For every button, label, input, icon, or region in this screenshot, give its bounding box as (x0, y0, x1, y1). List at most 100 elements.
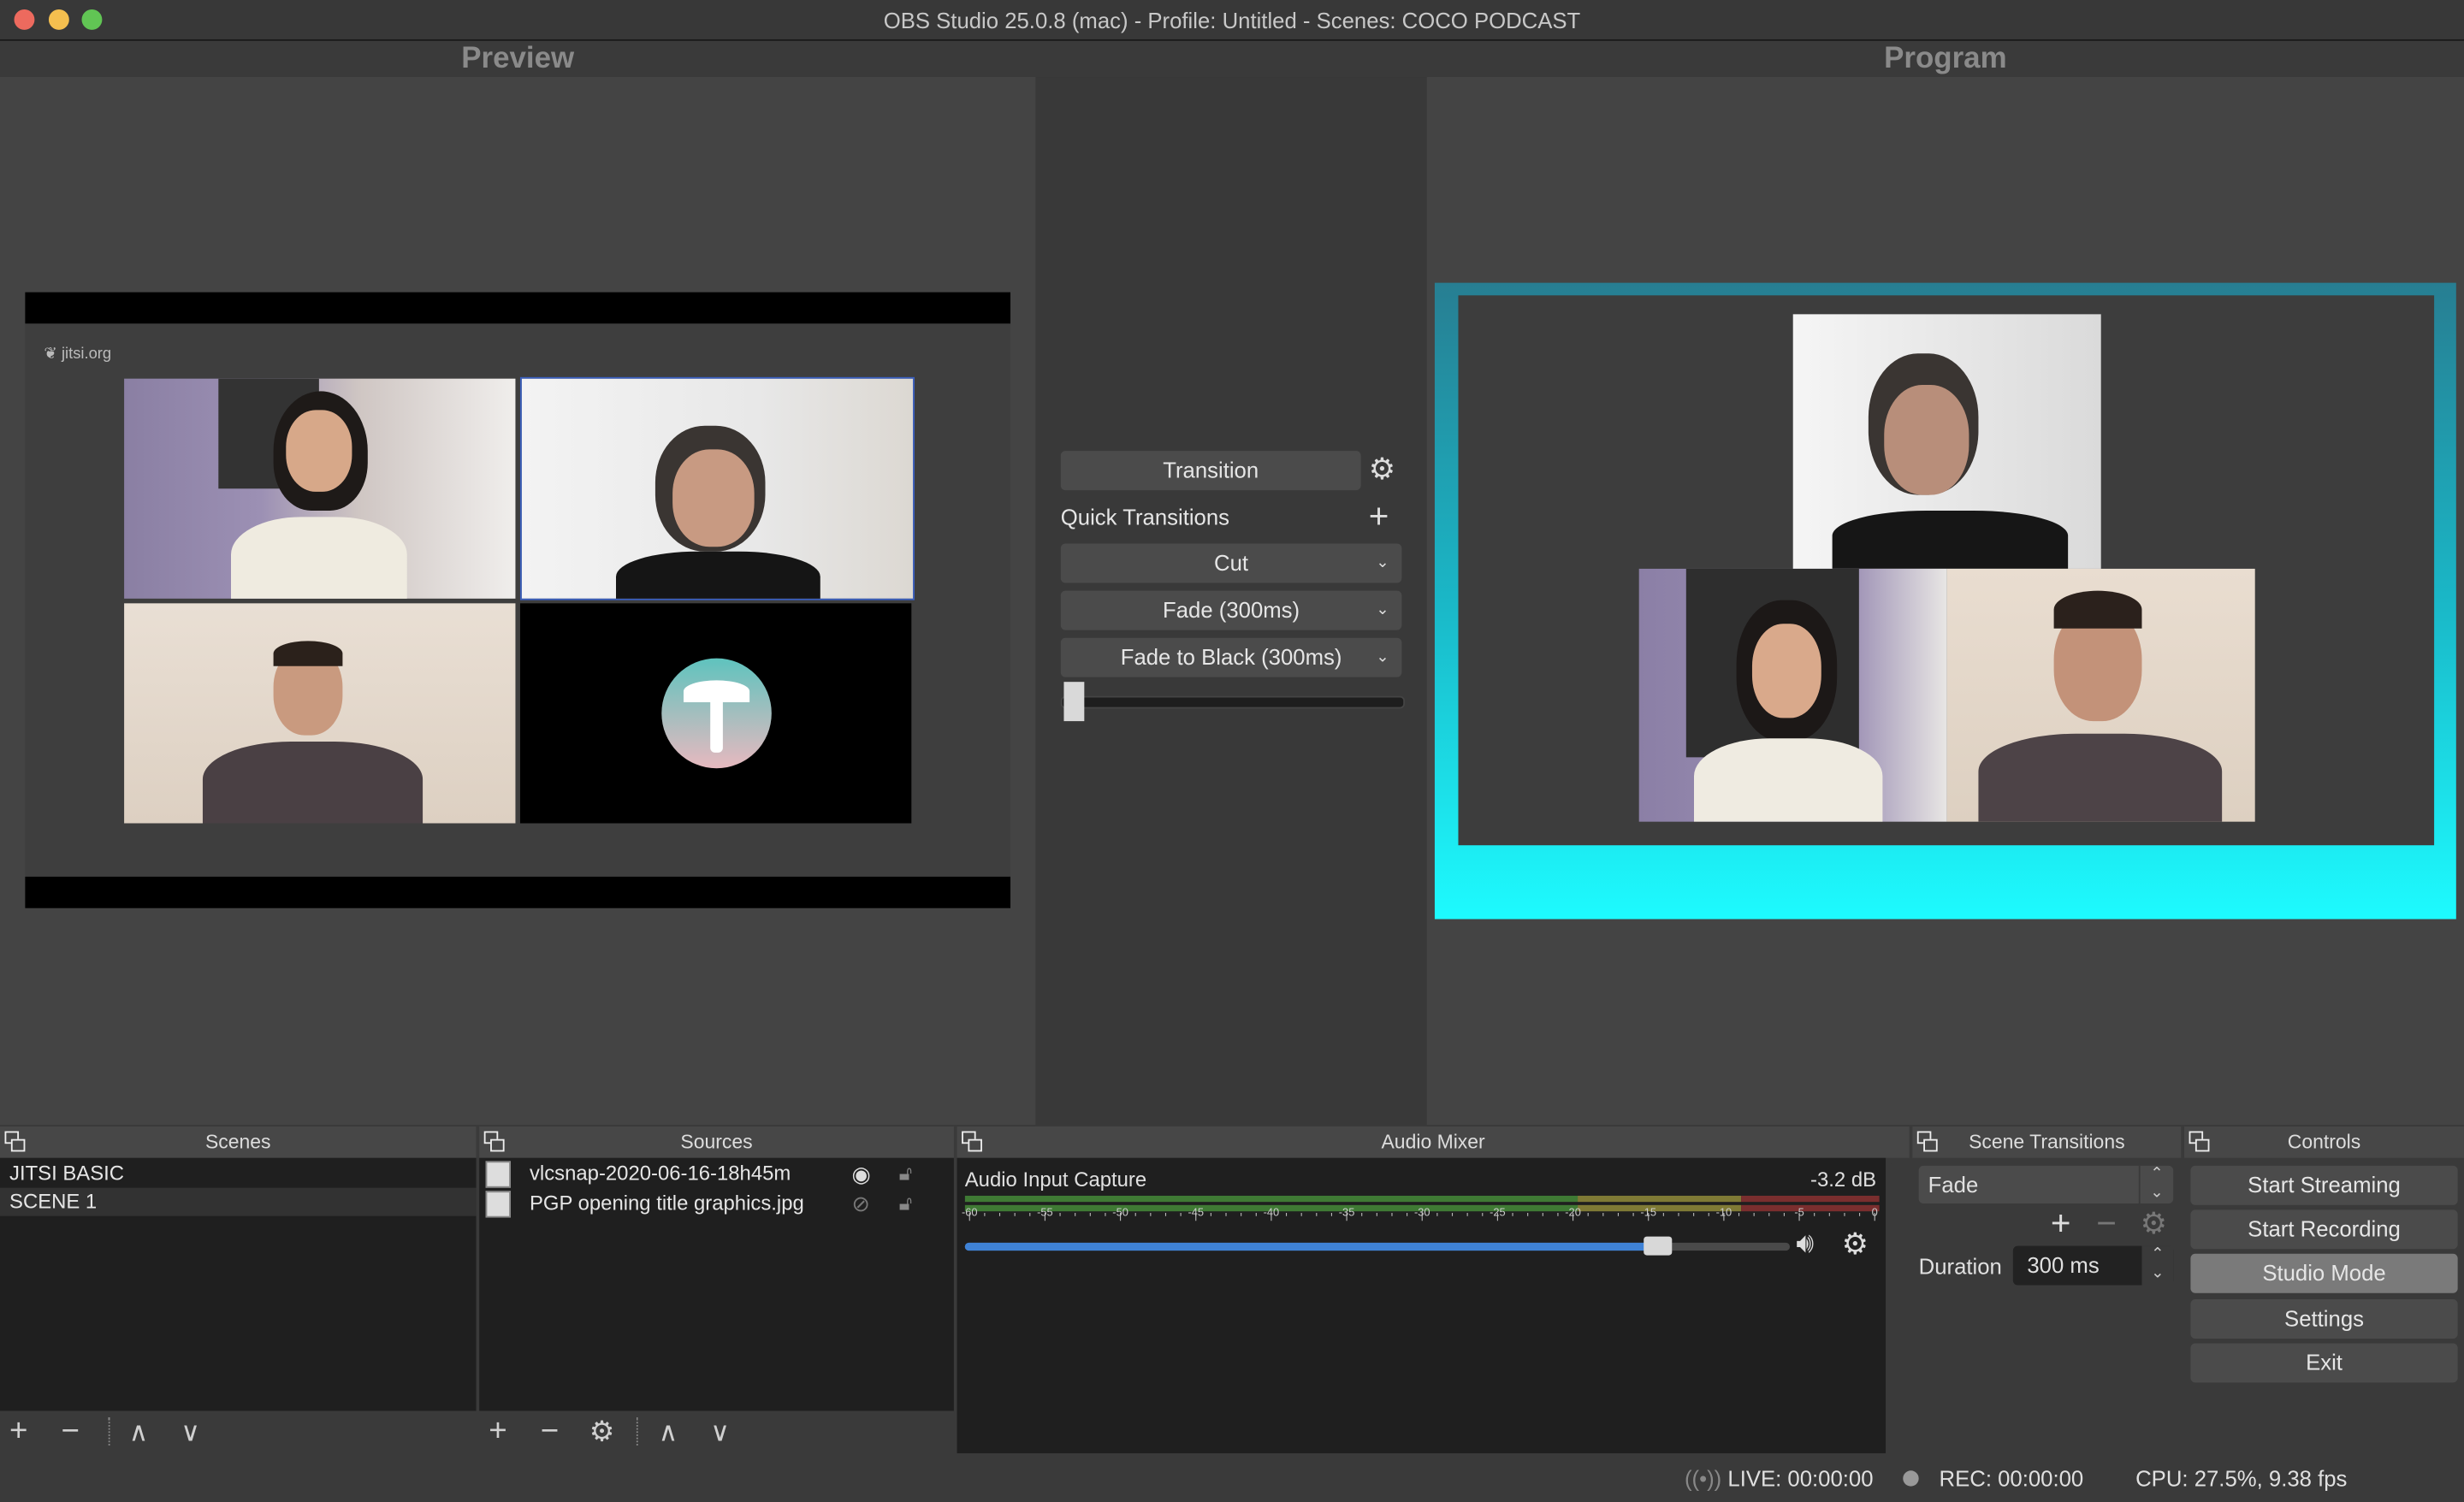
chevron-down-icon[interactable]: ⌄ (1376, 591, 1389, 630)
duration-spinbox[interactable]: 300 ms ⌃ ⌄ (2012, 1245, 2174, 1286)
t-bar-track[interactable] (1060, 695, 1406, 709)
transition-select[interactable]: Fade ⌃ ⌄ (1918, 1165, 2174, 1204)
live-timer: LIVE: 00:00:00 (1727, 1465, 1874, 1492)
meter-tick-label: -5 (1794, 1208, 1804, 1220)
meter-red-top (1741, 1195, 1880, 1203)
status-bar: ((•)) LIVE: 00:00:00 (1685, 1466, 1874, 1491)
shirt (1978, 733, 2223, 822)
window-title: OBS Studio 25.0.8 (mac) - Profile: Untit… (883, 8, 1581, 33)
transition-properties-gear-icon[interactable]: ⚙ (2141, 1207, 2167, 1243)
shirt (1832, 510, 2069, 569)
audio-channel-name: Audio Input Capture (964, 1167, 1147, 1192)
transition-settings-gear-icon[interactable]: ⚙ (1369, 452, 1395, 488)
speaker-mute-icon[interactable]: 🔊︎ (1796, 1227, 1814, 1261)
studio-mode-button[interactable]: Studio Mode (2190, 1253, 2458, 1293)
quick-transition-label: Fade (300ms) (1163, 596, 1300, 623)
move-source-up-icon[interactable]: ∧ (659, 1417, 678, 1449)
chevron-down-icon[interactable]: ⌄ (1376, 638, 1389, 677)
remove-scene-minus-icon[interactable]: − (62, 1414, 80, 1450)
quick-transitions-label: Quick Transitions (1060, 504, 1230, 530)
undock-icon[interactable] (4, 1131, 27, 1154)
program-frame (1434, 282, 2456, 920)
undock-icon[interactable] (1916, 1131, 1940, 1154)
source-item[interactable]: PGP opening title graphics.jpg ⊘ 🔓︎ (479, 1189, 954, 1218)
video-tile-participant-3[interactable] (124, 603, 516, 824)
undock-icon[interactable] (962, 1131, 984, 1154)
source-properties-gear-icon[interactable]: ⚙ (589, 1416, 615, 1449)
transition-button[interactable]: Transition (1060, 451, 1361, 491)
preview-label: Preview (461, 42, 575, 76)
visibility-hidden-eye-icon[interactable]: ⊘ (852, 1189, 871, 1217)
chevron-down-icon[interactable]: ⌄ (1376, 544, 1389, 583)
quick-transition-fade[interactable]: Fade (300ms) ⌄ (1060, 590, 1402, 630)
scene-item[interactable]: JITSI BASIC (0, 1160, 477, 1188)
scenes-dock-header: Scenes (0, 1126, 477, 1158)
audio-mixer-scrollbar[interactable] (1886, 1162, 1904, 1449)
remove-transition-minus-icon[interactable]: − (2096, 1203, 2117, 1245)
program-tile-participant-man (1946, 568, 2255, 822)
meter-tick-label: -55 (1037, 1208, 1053, 1220)
volume-slider-fill (964, 1242, 1658, 1251)
t-bar-handle[interactable] (1063, 682, 1085, 722)
rec-dot-icon (1903, 1470, 1919, 1487)
face (286, 410, 352, 492)
program-canvas (1426, 77, 2464, 1126)
meter-tick-label: -30 (1413, 1208, 1430, 1220)
meter-tick-label: -45 (1188, 1208, 1205, 1220)
move-scene-up-icon[interactable]: ∧ (129, 1417, 149, 1449)
duration-label: Duration (1918, 1253, 2002, 1280)
shirt (1693, 738, 1883, 822)
unlock-icon[interactable]: 🔓︎ (899, 1160, 912, 1188)
coco-logo-icon (661, 658, 772, 769)
quick-transition-label: Cut (1214, 549, 1249, 576)
video-tile-logo[interactable] (519, 603, 912, 824)
source-item[interactable]: vlcsnap-2020-06-16-18h45m ◉ 🔓︎ (479, 1160, 954, 1188)
preview-canvas[interactable]: ❦ jitsi.org (0, 77, 1036, 1126)
settings-button[interactable]: Settings (2190, 1299, 2458, 1339)
video-tile-participant-1[interactable] (124, 378, 516, 599)
scene-item-selected[interactable]: SCENE 1 (0, 1187, 477, 1216)
add-transition-plus-icon[interactable]: + (2051, 1203, 2071, 1245)
audio-mixer-area: Audio Input Capture -3.2 dB -60 -55 -50 -45… (957, 1157, 1886, 1454)
live-broadcast-icon: ((•)) (1684, 1465, 1722, 1492)
add-scene-plus-icon[interactable]: + (9, 1414, 27, 1450)
hair (2053, 590, 2142, 629)
visibility-eye-icon[interactable]: ◉ (852, 1160, 871, 1188)
start-recording-button[interactable]: Start Recording (2190, 1209, 2458, 1250)
audio-settings-gear-icon[interactable]: ⚙ (1842, 1227, 1869, 1263)
meter-tick-label: -10 (1715, 1208, 1732, 1220)
start-streaming-button[interactable]: Start Streaming (2190, 1165, 2458, 1205)
volume-slider-handle[interactable] (1644, 1236, 1673, 1256)
add-quick-transition-plus-icon[interactable]: + (1369, 496, 1389, 537)
scenes-list: JITSI BASIC SCENE 1 (0, 1157, 477, 1411)
spinbox-arrows-icon[interactable]: ⌃ ⌄ (2141, 1245, 2174, 1286)
exit-button[interactable]: Exit (2190, 1343, 2458, 1383)
video-tile-participant-2-active[interactable] (519, 376, 915, 600)
scenes-toolbar: + − ∧ ∨ (0, 1410, 477, 1452)
add-source-plus-icon[interactable]: + (489, 1414, 506, 1450)
shirt (615, 551, 820, 599)
unlock-icon[interactable]: 🔓︎ (899, 1189, 912, 1217)
quick-transition-fade-to-black[interactable]: Fade to Black (300ms) ⌄ (1060, 637, 1402, 677)
source-name: vlcsnap-2020-06-16-18h45m (529, 1161, 791, 1185)
move-scene-down-icon[interactable]: ∨ (181, 1417, 200, 1449)
remove-source-minus-icon[interactable]: − (541, 1414, 559, 1450)
shirt (230, 517, 407, 599)
toolbar-separator (636, 1416, 638, 1446)
quick-transition-cut[interactable]: Cut ⌄ (1060, 543, 1402, 583)
undock-icon[interactable] (483, 1131, 506, 1154)
volume-slider-track[interactable] (964, 1236, 1791, 1256)
sources-title: Sources (680, 1131, 753, 1154)
move-source-down-icon[interactable]: ∨ (710, 1417, 730, 1449)
select-updown-icon[interactable]: ⌃ ⌄ (2138, 1165, 2173, 1204)
sources-toolbar: + − ⚙ ∧ ∨ (479, 1410, 954, 1452)
source-name: PGP opening title graphics.jpg (529, 1191, 804, 1215)
audio-mixer-title: Audio Mixer (1381, 1131, 1485, 1154)
meter-tick-label: -25 (1490, 1208, 1506, 1220)
sources-dock-header: Sources (479, 1126, 954, 1158)
image-source-icon (485, 1191, 511, 1218)
jitsi-logo-icon: ❦ (44, 346, 57, 364)
meter-tick-label: -40 (1263, 1208, 1280, 1220)
jitsi-watermark-text: jitsi.org (61, 346, 112, 364)
undock-icon[interactable] (2189, 1131, 2212, 1154)
